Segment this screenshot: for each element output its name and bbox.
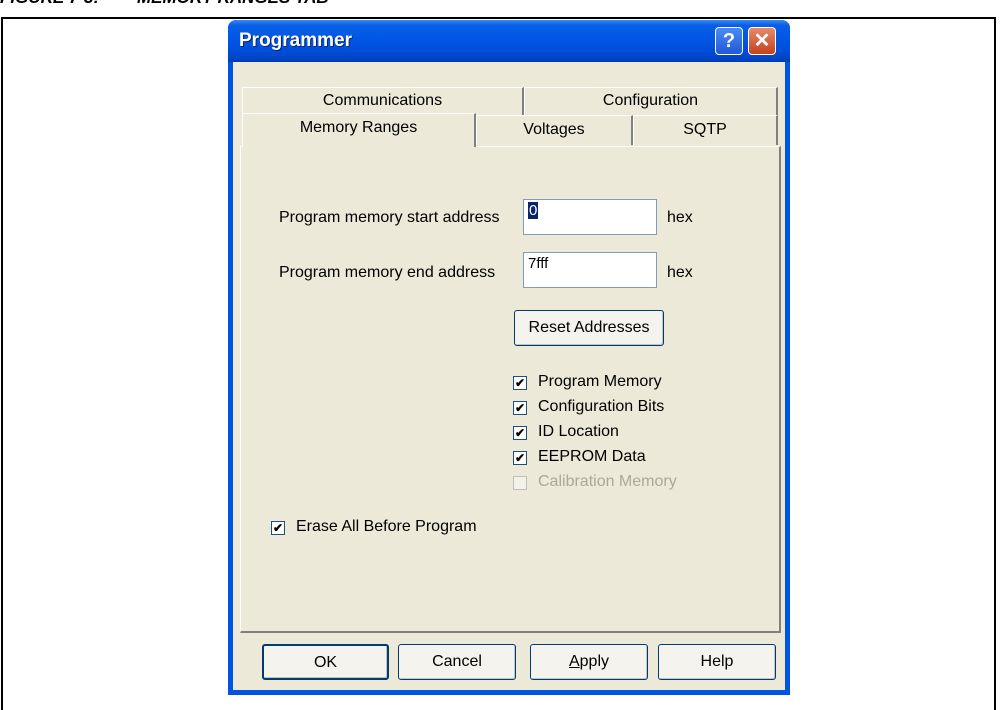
apply-button[interactable]: Apply [530,644,648,680]
tab-sqtp[interactable]: SQTP [633,115,778,145]
cancel-button[interactable]: Cancel [398,644,516,680]
start-address-unit: hex [667,209,693,226]
option-checkbox[interactable]: ✔ [513,376,527,390]
apply-mnemonic: A [568,653,580,670]
end-address-input[interactable]: 7fff [523,252,657,288]
tab-configuration[interactable]: Configuration [524,87,778,115]
end-address-unit: hex [667,264,693,281]
reset-addresses-button[interactable]: Reset Addresses [514,310,664,346]
figure-caption: FIGURE 7-3: MEMORY RANGES TAB [0,0,329,8]
memory-ranges-panel: Program memory start address 0 hex Progr… [240,146,781,633]
ok-button[interactable]: OK [262,644,389,680]
tab-communications[interactable]: Communications [242,87,524,115]
start-address-label: Program memory start address [279,209,500,226]
option-checkbox[interactable]: ✔ [513,426,527,440]
close-icon[interactable]: ✕ [748,27,776,55]
option-label: Program Memory [538,373,662,390]
apply-rest: pply [579,653,610,670]
erase-checkbox[interactable]: ✔ [271,521,285,535]
start-address-input[interactable]: 0 [523,199,657,235]
help-icon[interactable]: ? [715,27,743,55]
option-checkbox[interactable]: ✔ [513,451,527,465]
option-label: EEPROM Data [538,448,646,465]
programmer-dialog: Programmer ? ✕ Communications Configurat… [228,20,790,695]
tab-voltages[interactable]: Voltages [476,115,633,145]
option-label: Calibration Memory [538,473,677,490]
option-label: Configuration Bits [538,398,665,415]
end-address-label: Program memory end address [279,264,496,281]
option-checkbox [513,476,527,490]
help-button[interactable]: Help [658,644,776,680]
window-title: Programmer [239,30,352,51]
option-label: ID Location [538,423,619,440]
start-address-value: 0 [528,202,539,219]
erase-label: Erase All Before Program [296,518,477,535]
title-bar[interactable]: Programmer ? ✕ [228,20,790,62]
option-checkbox[interactable]: ✔ [513,401,527,415]
dialog-client-area: Communications Configuration Memory Rang… [233,62,785,690]
tab-memory-ranges[interactable]: Memory Ranges [242,113,476,147]
